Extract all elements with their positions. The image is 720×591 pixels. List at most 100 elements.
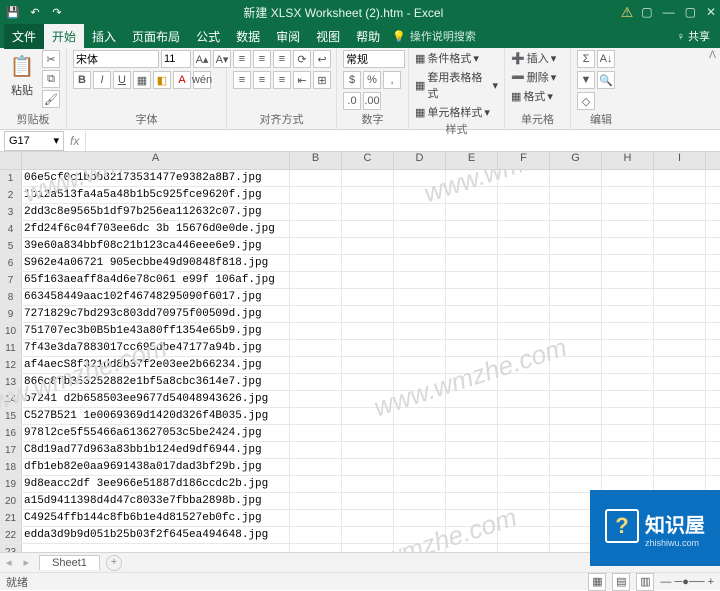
minimize-button[interactable]: — [663, 5, 675, 19]
cell[interactable] [394, 323, 446, 339]
indent-dec-icon[interactable]: ⇤ [293, 71, 311, 89]
col-header[interactable]: C [342, 152, 394, 169]
cell[interactable] [446, 187, 498, 203]
cell[interactable] [446, 170, 498, 186]
cell[interactable] [394, 391, 446, 407]
cell[interactable] [498, 323, 550, 339]
number-format-select[interactable]: 常规 [343, 50, 405, 68]
cell[interactable] [498, 357, 550, 373]
row-header[interactable]: 7 [0, 272, 22, 288]
cell[interactable] [654, 391, 706, 407]
formula-input[interactable] [85, 131, 720, 151]
cell[interactable] [342, 476, 394, 492]
name-box[interactable]: G17▾ [4, 131, 64, 151]
cell[interactable]: af4aecS8f321dd8b37f2e03ee2b66234.jpg [22, 357, 290, 373]
cell[interactable] [550, 391, 602, 407]
select-all[interactable] [0, 152, 22, 169]
cell[interactable] [654, 272, 706, 288]
cell[interactable] [342, 493, 394, 509]
insert-cells-button[interactable]: ➕ 插入 ▾ [511, 50, 556, 66]
cell[interactable] [602, 357, 654, 373]
cell[interactable] [290, 221, 342, 237]
cell[interactable] [290, 391, 342, 407]
cell[interactable] [446, 459, 498, 475]
cell[interactable] [394, 238, 446, 254]
cond-format-button[interactable]: ▦ 条件格式 ▾ [415, 50, 479, 66]
col-header[interactable]: E [446, 152, 498, 169]
cell[interactable] [342, 510, 394, 526]
cell[interactable] [290, 510, 342, 526]
cell[interactable] [498, 493, 550, 509]
undo-icon[interactable]: ↶ [26, 3, 44, 21]
cell[interactable] [602, 391, 654, 407]
row-header[interactable]: 8 [0, 289, 22, 305]
col-header[interactable]: D [394, 152, 446, 169]
cell[interactable] [290, 493, 342, 509]
cell[interactable] [342, 187, 394, 203]
cell[interactable] [498, 408, 550, 424]
cell[interactable] [290, 476, 342, 492]
cell[interactable] [290, 289, 342, 305]
cell[interactable] [654, 238, 706, 254]
cell[interactable] [498, 306, 550, 322]
cell[interactable] [394, 374, 446, 390]
cell[interactable] [342, 408, 394, 424]
cell[interactable] [446, 493, 498, 509]
cell[interactable]: 7271829c7bd293c803dd70975f00509d.jpg [22, 306, 290, 322]
cell[interactable] [550, 408, 602, 424]
cell[interactable] [602, 323, 654, 339]
cell[interactable] [290, 425, 342, 441]
cell[interactable] [394, 408, 446, 424]
col-header[interactable]: G [550, 152, 602, 169]
cell[interactable]: 06e5cf0c1bbb82173531477e9382a8B7.jpg [22, 170, 290, 186]
cell[interactable] [290, 442, 342, 458]
cell[interactable] [342, 289, 394, 305]
row-header[interactable]: 3 [0, 204, 22, 220]
row-header[interactable]: 15 [0, 408, 22, 424]
cell[interactable] [342, 425, 394, 441]
cell[interactable] [446, 323, 498, 339]
cell[interactable] [550, 187, 602, 203]
cell[interactable] [550, 204, 602, 220]
cell[interactable] [446, 425, 498, 441]
tab-home[interactable]: 开始 [44, 24, 84, 49]
cell[interactable] [342, 221, 394, 237]
underline-icon[interactable]: U [113, 71, 131, 89]
cell[interactable] [498, 221, 550, 237]
font-size-select[interactable]: 11 [161, 50, 191, 68]
cell[interactable] [654, 306, 706, 322]
cell[interactable]: C8d19ad77d963a83bb1b124ed9df6944.jpg [22, 442, 290, 458]
cell[interactable]: 65f163aeaff8a4d6e78c061 e99f 106af.jpg [22, 272, 290, 288]
align-center-icon[interactable]: ≡ [253, 71, 271, 89]
phonetic-icon[interactable]: wén [193, 71, 211, 89]
tab-data[interactable]: 数据 [228, 24, 268, 49]
cell[interactable] [446, 272, 498, 288]
bold-icon[interactable]: B [73, 71, 91, 89]
row-header[interactable]: 21 [0, 510, 22, 526]
row-header[interactable]: 5 [0, 238, 22, 254]
align-right-icon[interactable]: ≡ [273, 71, 291, 89]
cell[interactable] [550, 255, 602, 271]
cell[interactable] [342, 323, 394, 339]
cell[interactable] [602, 340, 654, 356]
tell-me[interactable]: 💡操作说明搜索 [392, 28, 476, 44]
cell[interactable] [498, 425, 550, 441]
cell[interactable] [342, 442, 394, 458]
cell[interactable] [654, 323, 706, 339]
cell[interactable] [654, 187, 706, 203]
row-header[interactable]: 2 [0, 187, 22, 203]
cell[interactable] [394, 527, 446, 543]
cell[interactable] [550, 459, 602, 475]
cell[interactable] [550, 272, 602, 288]
find-icon[interactable]: 🔍 [597, 71, 615, 89]
currency-icon[interactable]: $ [343, 71, 361, 89]
cell[interactable] [446, 442, 498, 458]
cell[interactable] [602, 306, 654, 322]
row-header[interactable]: 14 [0, 391, 22, 407]
fill-color-icon[interactable]: ◧ [153, 71, 171, 89]
cell[interactable]: 2fd24f6c04f703ee6dc 3b 15676d0e0de.jpg [22, 221, 290, 237]
cell[interactable] [602, 238, 654, 254]
cell[interactable] [654, 170, 706, 186]
cell[interactable] [342, 238, 394, 254]
cell[interactable] [394, 425, 446, 441]
